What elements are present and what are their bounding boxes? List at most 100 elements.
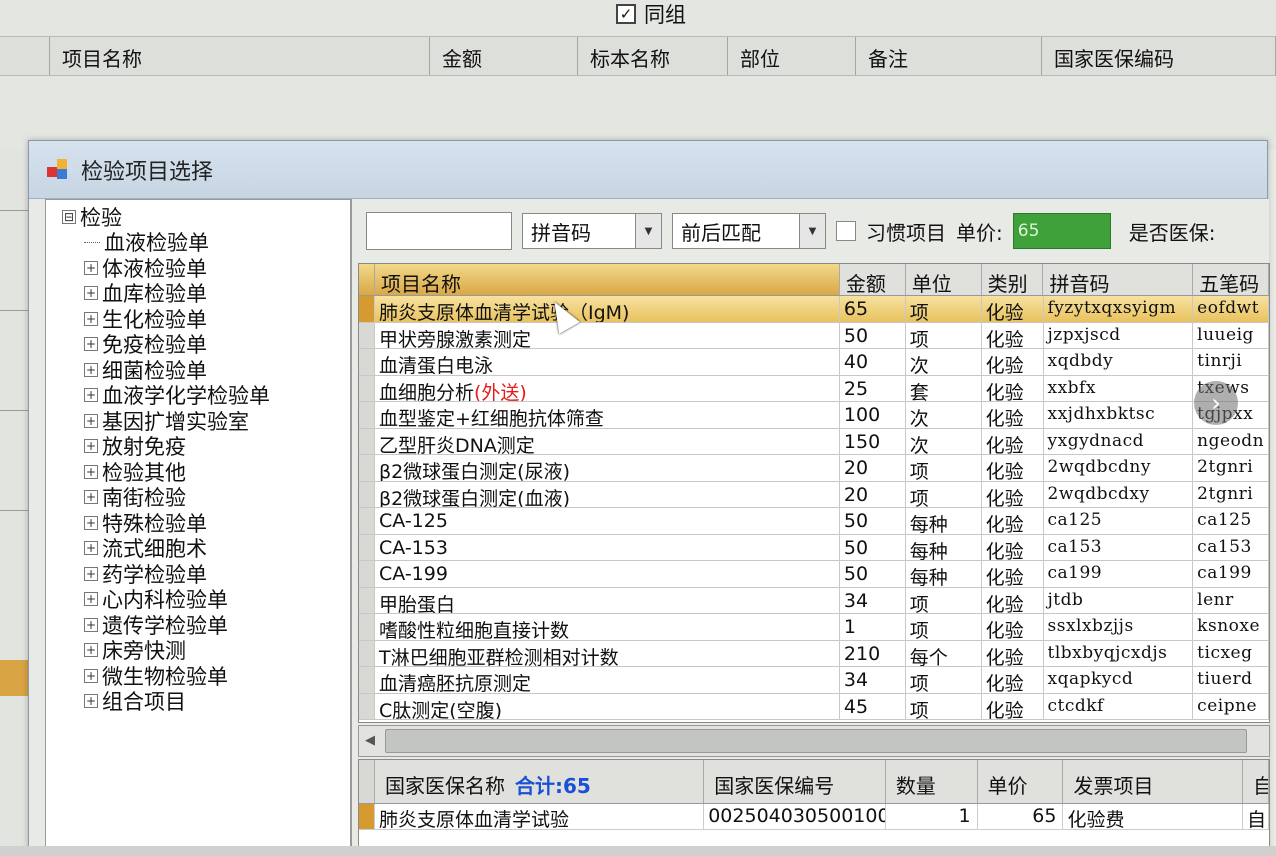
price-field[interactable]: 65 bbox=[1012, 213, 1111, 249]
cell-wubi[interactable]: ca199 bbox=[1193, 561, 1269, 587]
cell-name[interactable]: β2微球蛋白测定(血液) bbox=[375, 481, 840, 507]
bg-col-name[interactable]: 项目名称 bbox=[50, 37, 430, 75]
cell-amount[interactable]: 210 bbox=[840, 640, 906, 666]
row-header[interactable] bbox=[359, 640, 375, 666]
table-row[interactable]: CA-125 50 每种 化验 ca125 ca125 bbox=[359, 508, 1269, 535]
cell-name[interactable]: 血细胞分析(外送) bbox=[375, 375, 840, 401]
cell-amount[interactable]: 50 bbox=[840, 561, 906, 587]
cell-name[interactable]: 甲胎蛋白 bbox=[375, 587, 840, 613]
cell-type[interactable]: 化验 bbox=[982, 640, 1044, 666]
cell-wubi[interactable]: 2tgnri bbox=[1193, 481, 1269, 507]
scrollbar-thumb[interactable] bbox=[385, 729, 1247, 753]
tree-node[interactable]: 血液检验单 bbox=[62, 230, 350, 255]
cell-pinyin[interactable]: xxbfx bbox=[1044, 375, 1194, 401]
cell-amount[interactable]: 1 bbox=[840, 614, 906, 640]
cell-wubi[interactable]: tinrji bbox=[1193, 349, 1269, 375]
expand-icon[interactable]: + bbox=[84, 541, 98, 556]
cell-wubi[interactable]: ngeodn bbox=[1193, 428, 1269, 454]
cell-amount[interactable]: 50 bbox=[840, 322, 906, 348]
tree-node[interactable]: + 生化检验单 bbox=[62, 306, 350, 332]
cell-unit[interactable]: 次 bbox=[906, 428, 982, 454]
table-row[interactable]: 嗜酸性粒细胞直接计数 1 项 化验 ssxlxbzjjs ksnoxe bbox=[359, 614, 1269, 641]
cell-wubi[interactable]: ticxeg bbox=[1193, 640, 1269, 666]
col-header-amount[interactable]: 金额 bbox=[840, 264, 906, 295]
cell-unit[interactable]: 项 bbox=[906, 614, 982, 640]
row-header[interactable] bbox=[359, 349, 375, 375]
row-header[interactable] bbox=[359, 296, 375, 322]
expand-icon[interactable]: + bbox=[84, 566, 98, 581]
cell-type[interactable]: 化验 bbox=[982, 481, 1044, 507]
cell-name[interactable]: CA-153 bbox=[375, 534, 840, 560]
search-input[interactable] bbox=[366, 212, 512, 250]
row-header[interactable] bbox=[359, 693, 375, 719]
cell-type[interactable]: 化验 bbox=[982, 296, 1044, 322]
cell-name[interactable]: 乙型肝炎DNA测定 bbox=[375, 428, 840, 454]
expand-icon[interactable]: + bbox=[84, 617, 98, 632]
expand-icon[interactable]: + bbox=[84, 439, 98, 454]
table-row[interactable]: 血型鉴定+红细胞抗体筛查100次化验xxjdhxbktsctgjpxx bbox=[359, 402, 1269, 429]
tree-node[interactable]: + 基因扩增实验室 bbox=[62, 408, 350, 434]
tree-node[interactable]: + 血液学化学检验单 bbox=[62, 383, 350, 408]
row-header[interactable] bbox=[359, 428, 375, 454]
expand-icon[interactable]: + bbox=[84, 362, 98, 377]
tree-node[interactable]: + 床旁快测 bbox=[62, 638, 350, 663]
table-row[interactable]: β2微球蛋白测定(血液) 20 项 化验 2wqdbcdxy 2tgnri bbox=[359, 481, 1269, 508]
col-header-name[interactable]: 项目名称 bbox=[374, 264, 840, 295]
table-row[interactable]: CA-153 50 每种 化验 ca153 ca153 bbox=[359, 534, 1269, 561]
cell-pinyin[interactable]: xqdbdy bbox=[1044, 349, 1194, 375]
row-header[interactable] bbox=[359, 455, 375, 481]
tree-node[interactable]: + 流式细胞术 bbox=[62, 536, 350, 561]
bg-col-remark[interactable]: 备注 bbox=[856, 37, 1042, 75]
cell-wubi[interactable]: ceipne bbox=[1193, 693, 1269, 719]
col-header-type[interactable]: 类别 bbox=[982, 264, 1044, 295]
cell-pinyin[interactable]: ca153 bbox=[1044, 534, 1194, 560]
cell-wubi[interactable]: tiuerd bbox=[1193, 667, 1269, 693]
table-row[interactable]: 血细胞分析(外送)25套化验xxbfxtxews bbox=[359, 375, 1269, 402]
cell-amount[interactable]: 40 bbox=[840, 349, 906, 375]
table-row[interactable]: T淋巴细胞亚群检测相对计数 210 每个 化验 tlbxbyqjcxdjs ticxeg bbox=[359, 640, 1269, 667]
chevron-right-icon[interactable]: › bbox=[1194, 381, 1238, 425]
cell-type[interactable]: 化验 bbox=[982, 428, 1044, 454]
cell-type[interactable]: 化验 bbox=[982, 587, 1044, 613]
expand-icon[interactable]: + bbox=[84, 643, 98, 658]
dropdown-arrow-icon[interactable]: ▼ bbox=[635, 214, 661, 248]
cell-pinyin[interactable]: ca199 bbox=[1044, 561, 1194, 587]
cell-type[interactable]: 化验 bbox=[982, 455, 1044, 481]
selected-cell-code[interactable]: 002504030500100- bbox=[704, 804, 886, 829]
cell-name[interactable]: T淋巴细胞亚群检测相对计数 bbox=[375, 640, 840, 666]
expand-icon[interactable]: + bbox=[84, 286, 98, 301]
group-checkbox[interactable]: ✓ 同组 bbox=[616, 0, 686, 28]
cell-unit[interactable]: 每种 bbox=[906, 534, 982, 560]
cell-pinyin[interactable]: tlbxbyqjcxdjs bbox=[1044, 640, 1194, 666]
cell-unit[interactable]: 次 bbox=[906, 402, 982, 428]
selected-cell-qty[interactable]: 1 bbox=[886, 804, 978, 829]
row-header[interactable] bbox=[359, 402, 375, 428]
cell-pinyin[interactable]: ssxlxbzjjs bbox=[1044, 614, 1194, 640]
row-header[interactable] bbox=[359, 322, 375, 348]
table-row[interactable]: CA-199 50 每种 化验 ca199 ca199 bbox=[359, 561, 1269, 588]
cell-pinyin[interactable]: 2wqdbcdxy bbox=[1044, 481, 1194, 507]
bg-col-insurance-code[interactable]: 国家医保编码 bbox=[1042, 37, 1276, 75]
dropdown-arrow-icon[interactable]: ▼ bbox=[799, 214, 825, 248]
cell-type[interactable]: 化验 bbox=[982, 349, 1044, 375]
scroll-left-icon[interactable]: ◀ bbox=[365, 733, 375, 748]
selected-cell-name[interactable]: 肺炎支原体血清学试验 bbox=[375, 804, 705, 829]
code-type-select[interactable]: 拼音码 ▼ bbox=[522, 213, 662, 249]
cell-amount[interactable]: 50 bbox=[840, 508, 906, 534]
tree-node[interactable]: + 组合项目 bbox=[62, 689, 350, 714]
cell-wubi[interactable]: ca153 bbox=[1193, 534, 1269, 560]
cell-name[interactable]: C肽测定(空腹) bbox=[375, 693, 840, 719]
tree-node[interactable]: + 遗传学检验单 bbox=[62, 612, 350, 638]
cell-wubi[interactable]: ksnoxe bbox=[1193, 614, 1269, 640]
tree-node[interactable]: + 体液检验单 bbox=[62, 255, 350, 281]
cell-type[interactable]: 化验 bbox=[982, 561, 1044, 587]
tree-node[interactable]: + 检验其他 bbox=[62, 459, 350, 485]
cell-unit[interactable]: 项 bbox=[906, 481, 982, 507]
cell-type[interactable]: 化验 bbox=[982, 375, 1044, 401]
cell-pinyin[interactable]: xqapkycd bbox=[1044, 667, 1194, 693]
cell-name[interactable]: 血清蛋白电泳 bbox=[375, 349, 840, 375]
expand-icon[interactable]: + bbox=[84, 668, 98, 683]
table-row[interactable]: 乙型肝炎DNA测定 150 次 化验 yxgydnacd ngeodn bbox=[359, 428, 1269, 455]
selected-row[interactable]: 肺炎支原体血清学试验 002504030500100- 1 65 化验费自 bbox=[359, 804, 1269, 830]
row-header[interactable] bbox=[359, 508, 375, 534]
